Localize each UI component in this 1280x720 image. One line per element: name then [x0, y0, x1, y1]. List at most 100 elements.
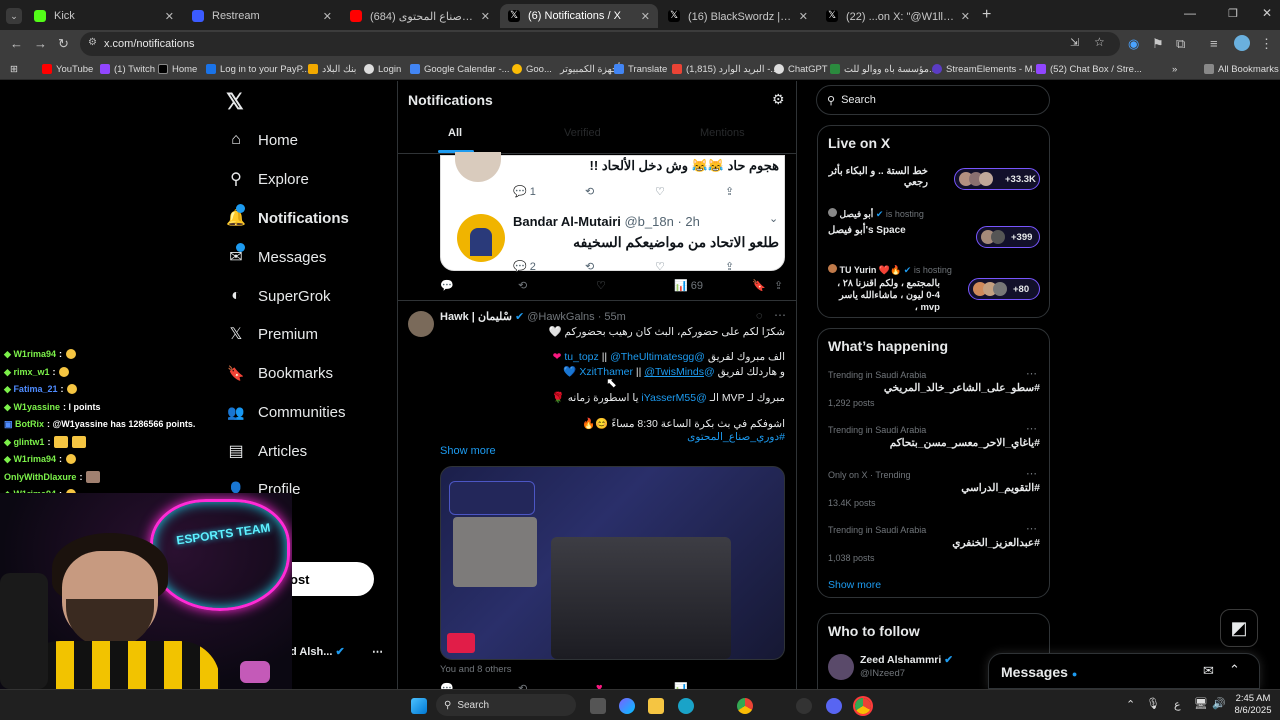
close-icon[interactable]: ✕	[799, 10, 808, 23]
bookmark-all[interactable]: All Bookmarks	[1204, 61, 1279, 77]
star-icon[interactable]: ☆	[1094, 35, 1105, 49]
clock[interactable]: 2:45 AM 8/6/2025	[1228, 693, 1278, 717]
more-icon[interactable]: ⋯	[774, 308, 786, 322]
chevron-down-icon[interactable]: ⌄	[769, 212, 778, 225]
more-icon[interactable]: ⋮	[1260, 36, 1273, 52]
avatar[interactable]	[828, 654, 854, 680]
bookmark-streamelements[interactable]: StreamElements - M...	[932, 61, 1041, 77]
bookmarks-overflow-icon[interactable]: »	[1172, 61, 1177, 77]
hashtag-link[interactable]: #دوري_صناع_المحتوى	[440, 431, 785, 443]
mention-link[interactable]: @TwisMinds	[644, 366, 704, 378]
tab-blackswordz[interactable]: 𝕏 (16) BlackSwordz | صالح (@Rea... ✕	[660, 4, 816, 28]
bookmark-computers[interactable]: أجهزة الكمبيوتر	[560, 61, 621, 77]
discord-icon[interactable]	[826, 698, 842, 714]
copilot-icon[interactable]	[619, 698, 635, 714]
bookmark-google[interactable]: Goo...	[512, 61, 552, 77]
bookmark-chatbox[interactable]: (52) Chat Box / Stre...	[1036, 61, 1142, 77]
nav-articles[interactable]: ▤ Articles	[226, 436, 307, 466]
show-more-link[interactable]: Show more	[828, 579, 881, 591]
restore-button[interactable]: ❐	[1228, 7, 1238, 20]
close-icon[interactable]: ✕	[165, 10, 174, 23]
quoted-post-card[interactable]: هجوم حاد 😹😹 وش دخل الألحاد !! 💬 1 ⟲ ♡ ⇪ …	[440, 152, 785, 274]
grok-button[interactable]: ◩	[1220, 609, 1258, 647]
bookmark-home[interactable]: Home	[158, 61, 197, 77]
more-icon[interactable]: ⋯	[1026, 422, 1037, 435]
bookmark-foundation[interactable]: مؤسسة باه ووالو للت...	[830, 61, 937, 77]
close-icon[interactable]: ✕	[481, 10, 490, 23]
live-space[interactable]: TU Yurin ❤️🔥 ✔ is hosting بالمجتمع ، ولك…	[818, 264, 1051, 316]
account-switcher[interactable]: d Alsh... ✔ ⋯	[290, 645, 390, 667]
nav-messages[interactable]: ✉ Messages	[226, 242, 326, 272]
compose-message-icon[interactable]: ✉	[1203, 663, 1214, 679]
bookmark-twitch[interactable]: (1) Twitch	[100, 61, 155, 77]
nav-premium[interactable]: 𝕏 Premium	[226, 319, 318, 349]
close-icon[interactable]: ✕	[641, 10, 650, 23]
install-icon[interactable]: ⇲	[1070, 36, 1079, 49]
mention-link[interactable]: @iYasserM55	[641, 392, 706, 404]
tab-search-button[interactable]: ⌄	[6, 8, 22, 24]
trend-item[interactable]: Trending in Saudi Arabia ⋯ #ياغاي_الاحر_…	[818, 422, 1051, 472]
follow-name[interactable]: Zeed Alshammri ✔	[860, 654, 953, 666]
avatar[interactable]	[1234, 35, 1250, 51]
obs-icon[interactable]	[796, 698, 812, 714]
more-icon[interactable]: ⋯	[372, 645, 383, 658]
live-space[interactable]: خط الستة .. و البكاء بأثر رجعي +33.3K	[818, 160, 1051, 204]
bookmark-translate[interactable]: Translate	[614, 61, 667, 77]
bookmark-calendar[interactable]: Google Calendar -...	[410, 61, 510, 77]
grok-icon[interactable]: ◌	[756, 310, 763, 322]
extension-icon[interactable]: ⚑	[1152, 36, 1164, 52]
bookmark-paypal[interactable]: Log in to your PayP...	[206, 61, 310, 77]
post-author[interactable]: Hawk | سْليمان ✔ @HawkGalns · 55m	[440, 310, 626, 323]
trend-item[interactable]: Only on X · Trending ⋯ #التقويم_الدراسي …	[818, 467, 1051, 517]
bookmark-gmail[interactable]: البريد الوارد (1,815) -...	[672, 61, 778, 77]
extension-icon[interactable]: ◉	[1128, 36, 1139, 52]
like-icon[interactable]: ♡	[655, 260, 665, 273]
file-explorer-icon[interactable]	[648, 698, 664, 714]
nav-home[interactable]: ⌂ Home	[226, 125, 298, 155]
bookmark-bank[interactable]: بنك البلاد	[308, 61, 356, 77]
retweet-icon[interactable]: ⟲	[518, 682, 527, 689]
nav-explore[interactable]: ⚲ Explore	[226, 164, 309, 194]
close-icon[interactable]: ✕	[323, 10, 332, 23]
like-icon[interactable]: ♡	[596, 279, 606, 292]
trend-item[interactable]: Trending in Saudi Arabia ⋯ #سطو_على_الشا…	[818, 367, 1051, 417]
share-icon[interactable]: ⇪	[725, 260, 734, 273]
reply-icon[interactable]: 💬 2	[513, 260, 536, 274]
back-arrow-icon[interactable]: ←	[10, 36, 23, 51]
tray-chevron-icon[interactable]: ⌃	[1126, 698, 1135, 711]
close-icon[interactable]: ✕	[961, 10, 970, 23]
edge-icon[interactable]	[678, 698, 694, 714]
retweet-icon[interactable]: ⟲	[585, 260, 594, 273]
messages-drawer[interactable]: Messages ● ✉ ⌃	[988, 653, 1260, 689]
mention-link[interactable]: @TheUltimatesgg	[610, 351, 694, 363]
bookmark-youtube[interactable]: YouTube	[42, 61, 93, 77]
post-media[interactable]	[440, 466, 785, 660]
tab-restream[interactable]: Restream ✕	[184, 4, 340, 28]
close-window-button[interactable]: ✕	[1262, 6, 1272, 20]
puzzle-icon[interactable]: ⧉	[1176, 36, 1185, 52]
nav-supergrok[interactable]: ◐ SuperGrok	[226, 281, 330, 311]
more-icon[interactable]: ⋯	[1026, 467, 1037, 480]
nav-bookmarks[interactable]: 🔖 Bookmarks	[226, 358, 333, 388]
reply-icon[interactable]: 💬	[440, 682, 454, 689]
tab-verified[interactable]: Verified	[564, 127, 601, 139]
share-icon[interactable]: ⇪	[774, 279, 783, 292]
show-more-link[interactable]: Show more	[440, 445, 496, 457]
bookmark-chatgpt[interactable]: ChatGPT	[774, 61, 828, 77]
language-indicator[interactable]: ع	[1174, 698, 1181, 711]
network-icon[interactable]: 🖥	[1194, 697, 1208, 710]
bookmark-icon[interactable]: 🔖	[752, 279, 766, 292]
address-bar[interactable]: ⚙ x.com/notifications ⇲ ☆	[80, 32, 1120, 56]
live-space[interactable]: أبو فيصل ✔ is hosting أبو فيصل's Space +…	[818, 208, 1051, 252]
reply-icon[interactable]: 💬	[440, 279, 454, 292]
media-icon[interactable]: ≡	[1210, 36, 1218, 51]
minimize-button[interactable]: —	[1184, 6, 1196, 20]
like-icon[interactable]: ♡	[655, 185, 665, 198]
tab-all[interactable]: All	[448, 127, 462, 139]
more-icon[interactable]: ⋯	[1026, 522, 1037, 535]
tab-x-post[interactable]: 𝕏 (22) ...on X: "@W1llyv 3-0 يو هه ✕	[818, 4, 978, 28]
microphone-icon[interactable]: 🎙	[1146, 697, 1160, 710]
tab-notifications[interactable]: 𝕏 (6) Notifications / X ✕	[500, 4, 658, 28]
chrome-active-icon[interactable]	[855, 698, 871, 714]
tab-kick[interactable]: Kick ✕	[26, 4, 182, 28]
